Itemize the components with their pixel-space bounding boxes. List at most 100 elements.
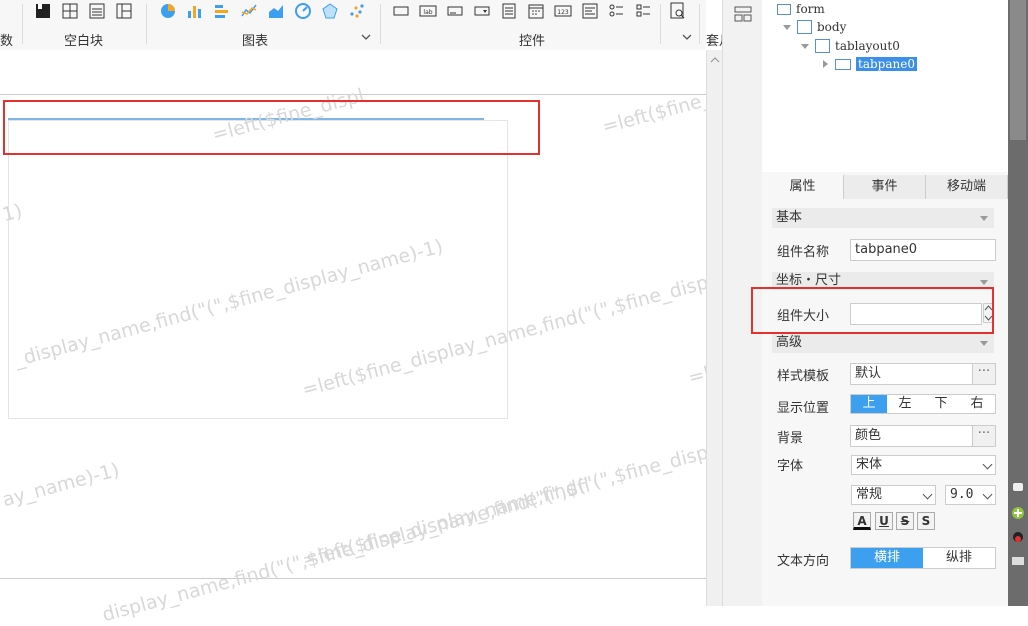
- chevron-right-icon[interactable]: [820, 59, 830, 69]
- radar-chart-icon[interactable]: [321, 2, 339, 20]
- text-direction-horizontal[interactable]: 横排: [851, 548, 923, 568]
- report-block-icon[interactable]: [88, 2, 106, 20]
- svg-text:lab: lab: [423, 9, 432, 16]
- property-tabs: 属性 事件 移动端: [762, 175, 1008, 199]
- chevron-down-icon[interactable]: [800, 41, 810, 51]
- font-size-select[interactable]: 9.0: [945, 485, 996, 505]
- tree-item-tablayout0[interactable]: tablayout0: [800, 37, 900, 55]
- tree-item-tabpane0[interactable]: tabpane0: [820, 55, 917, 73]
- section-basic[interactable]: 基本: [772, 208, 994, 228]
- highlight-box: [3, 100, 540, 155]
- svg-text:123: 123: [557, 9, 569, 16]
- pie-chart-icon[interactable]: [159, 2, 177, 20]
- dropdown-widget-icon[interactable]: [473, 2, 491, 20]
- toolbar-separator: [660, 4, 661, 44]
- date-widget-icon[interactable]: [527, 2, 545, 20]
- chevron-down-icon[interactable]: [682, 32, 692, 42]
- field-label: 显示位置: [777, 401, 830, 416]
- watermark-text: display_name,find("(",$fine_display_name…: [100, 474, 593, 626]
- chevron-down-icon: [980, 216, 988, 221]
- font-style-select[interactable]: 常规: [851, 485, 936, 505]
- chevron-down-icon: [980, 280, 988, 285]
- grid-layout-icon[interactable]: [61, 2, 79, 20]
- toolbar-separator: [22, 4, 23, 44]
- toolbar-group-label: 空白块: [64, 34, 104, 49]
- position-option-top[interactable]: 上: [851, 395, 887, 413]
- tab-layout-icon[interactable]: [115, 2, 133, 20]
- tray-pet-icon[interactable]: [1011, 530, 1025, 544]
- plus-icon[interactable]: [1011, 506, 1025, 520]
- toolbar-group-label: 图表: [242, 34, 269, 49]
- toolbar-group-label: 套月: [706, 34, 722, 49]
- background-input[interactable]: 颜色 ···: [850, 425, 996, 447]
- underline-button[interactable]: U: [875, 512, 893, 530]
- widget-library-icon[interactable]: [734, 6, 752, 22]
- text-area-icon[interactable]: [581, 2, 599, 20]
- tray-app-icon[interactable]: [1011, 480, 1025, 494]
- horizontal-bar-chart-icon[interactable]: [213, 2, 231, 20]
- more-options-button[interactable]: ···: [972, 364, 995, 384]
- position-option-bottom[interactable]: 下: [923, 395, 959, 413]
- search-widget-icon[interactable]: [669, 2, 687, 20]
- section-title: 基本: [776, 210, 803, 225]
- label-widget-icon[interactable]: lab: [419, 2, 437, 20]
- strikethrough-button[interactable]: S: [896, 512, 914, 530]
- tray-keyboard-icon[interactable]: [1011, 554, 1025, 568]
- toolbar-group-label: 数: [0, 34, 14, 49]
- tree-item-label: body: [817, 20, 847, 34]
- highlight-box: [751, 287, 994, 334]
- scroll-up-icon[interactable]: [710, 56, 720, 64]
- tree-item-form[interactable]: form: [777, 0, 825, 18]
- tab-events[interactable]: 事件: [844, 175, 926, 199]
- absolute-layout-icon[interactable]: [34, 2, 52, 20]
- font-family-select[interactable]: 宋体: [851, 455, 996, 475]
- style-template-input[interactable]: 默认 ···: [850, 363, 996, 385]
- window-edge-tray: [1008, 0, 1028, 606]
- gauge-chart-icon[interactable]: [294, 2, 312, 20]
- canvas-scrollbar[interactable]: [706, 50, 723, 606]
- tree-item-label: tablayout0: [835, 39, 900, 53]
- field-label: 组件名称: [777, 245, 830, 260]
- canvas-bottom-line: [0, 578, 706, 579]
- text-direction-vertical[interactable]: 纵排: [923, 548, 995, 568]
- tab-layout-widget[interactable]: [8, 120, 508, 419]
- tab-pane-icon: [835, 58, 851, 70]
- font-color-button[interactable]: A: [853, 512, 871, 530]
- scroll-thumb[interactable]: [1010, 0, 1026, 140]
- radio-group-icon[interactable]: [608, 2, 626, 20]
- tree-item-label: form: [796, 2, 825, 16]
- checkbox-group-icon[interactable]: [635, 2, 653, 20]
- number-widget-icon[interactable]: 123: [554, 2, 572, 20]
- tab-properties[interactable]: 属性: [762, 175, 844, 199]
- bar-chart-icon[interactable]: [186, 2, 204, 20]
- font-style-value: 常规: [856, 487, 883, 502]
- list-widget-icon[interactable]: [500, 2, 518, 20]
- toolbar-group-label: 控件: [519, 34, 546, 49]
- area-chart-icon[interactable]: [267, 2, 285, 20]
- text-direction-selector: 横排 纵排: [850, 547, 996, 569]
- font-family-value: 宋体: [856, 457, 883, 472]
- widget-name-input[interactable]: tabpane0: [850, 239, 996, 261]
- line-chart-icon[interactable]: [240, 2, 258, 20]
- shadow-button[interactable]: S: [917, 512, 935, 530]
- field-label: 背景: [777, 431, 804, 446]
- section-title: 高级: [776, 335, 803, 350]
- body-icon: [797, 20, 812, 34]
- scatter-chart-icon[interactable]: [348, 2, 366, 20]
- position-option-left[interactable]: 左: [887, 395, 923, 413]
- background-value: 颜色: [855, 428, 882, 443]
- button-widget-icon[interactable]: [392, 2, 410, 20]
- style-template-value: 默认: [855, 366, 882, 381]
- chevron-down-icon[interactable]: [361, 32, 371, 42]
- toolbar: 数 空白块 图表 lab 123 控件: [0, 0, 706, 51]
- section-advanced[interactable]: 高级: [772, 333, 994, 353]
- font-size-value: 9.0: [950, 487, 974, 502]
- chevron-down-icon: [982, 459, 993, 470]
- tab-mobile[interactable]: 移动端: [926, 175, 1008, 199]
- text-field-icon[interactable]: [446, 2, 464, 20]
- tree-item-body[interactable]: body: [782, 18, 846, 36]
- more-options-button[interactable]: ···: [972, 426, 995, 446]
- position-option-right[interactable]: 右: [959, 395, 995, 413]
- chevron-down-icon[interactable]: [782, 22, 792, 32]
- form-icon: [777, 3, 791, 15]
